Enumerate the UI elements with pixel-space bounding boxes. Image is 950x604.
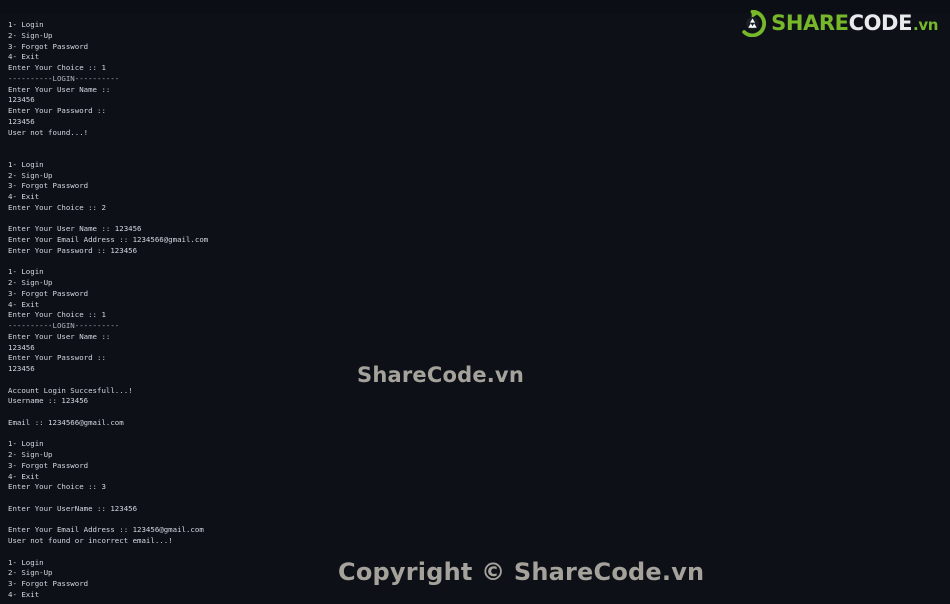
output-blank-line	[8, 515, 950, 526]
output-line: 123456	[8, 95, 950, 106]
terminal-output: 1- Login2- Sign-Up3- Forgot Password4- E…	[0, 13, 950, 604]
sharecode-logo: SHARECODE.vn	[739, 10, 938, 37]
output-line: 3- Forgot Password	[8, 181, 950, 192]
output-line: ----------LOGIN----------	[8, 74, 950, 85]
output-line: Email :: 1234566@gmail.com	[8, 418, 950, 429]
terminal-window[interactable]: ○PS D:\C++> cd "d:\C++\" ; if ($?) { g++…	[0, 0, 950, 604]
output-line: Enter Your Password ::	[8, 106, 950, 117]
output-line: Enter Your Choice :: 1	[8, 63, 950, 74]
output-line: 123456	[8, 117, 950, 128]
output-line: User not found...!	[8, 128, 950, 139]
output-line: 3- Forgot Password	[8, 461, 950, 472]
output-line: 4- Exit	[8, 52, 950, 63]
output-blank-line	[8, 214, 950, 225]
output-line: Enter Your Choice :: 3	[8, 482, 950, 493]
output-line: 3- Forgot Password	[8, 289, 950, 300]
output-line: 2- Sign-Up	[8, 171, 950, 182]
output-line: Enter Your Password :: 123456	[8, 246, 950, 257]
logo-share-text: SHARE	[771, 13, 848, 34]
watermark-copyright: Copyright © ShareCode.vn	[338, 558, 704, 586]
output-line: Enter Your Email Address :: 1234566@gmai…	[8, 235, 950, 246]
output-blank-line	[8, 138, 950, 149]
output-line: ----------LOGIN----------	[8, 321, 950, 332]
logo-tld-text: .vn	[913, 18, 938, 33]
output-line: 3- Forgot Password	[8, 42, 950, 53]
output-line: Username :: 123456	[8, 396, 950, 407]
sharecode-recycle-icon	[739, 10, 766, 37]
output-line: 1- Login	[8, 160, 950, 171]
output-line: 2- Sign-Up	[8, 278, 950, 289]
output-line: Enter Your Email Address :: 123456@gmail…	[8, 525, 950, 536]
output-blank-line	[8, 429, 950, 440]
sharecode-logo-text: SHARECODE.vn	[771, 13, 938, 34]
output-line: 4- Exit	[8, 590, 950, 601]
output-line: Enter Your User Name ::	[8, 85, 950, 96]
output-line: 1- Login	[8, 439, 950, 450]
output-line: 1- Login	[8, 267, 950, 278]
watermark-center: ShareCode.vn	[357, 363, 524, 387]
output-blank-line	[8, 547, 950, 558]
output-line: 2- Sign-Up	[8, 450, 950, 461]
output-line: Enter Your User Name :: 123456	[8, 224, 950, 235]
output-line: Enter Your Choice :: 1	[8, 310, 950, 321]
logo-code-text: CODE	[849, 13, 912, 34]
output-line: 123456	[8, 343, 950, 354]
output-line: 4- Exit	[8, 472, 950, 483]
output-line: Account Login Succesfull...!	[8, 386, 950, 397]
output-line: 4- Exit	[8, 300, 950, 311]
output-blank-line	[8, 407, 950, 418]
output-line: Enter Your User Name ::	[8, 332, 950, 343]
output-line: User not found or incorrect email...!	[8, 536, 950, 547]
output-blank-line	[8, 493, 950, 504]
output-line: Enter Your UserName :: 123456	[8, 504, 950, 515]
output-blank-line	[8, 257, 950, 268]
output-line: Enter Your Choice :: 2	[8, 203, 950, 214]
output-line: 4- Exit	[8, 192, 950, 203]
output-blank-line	[8, 149, 950, 160]
